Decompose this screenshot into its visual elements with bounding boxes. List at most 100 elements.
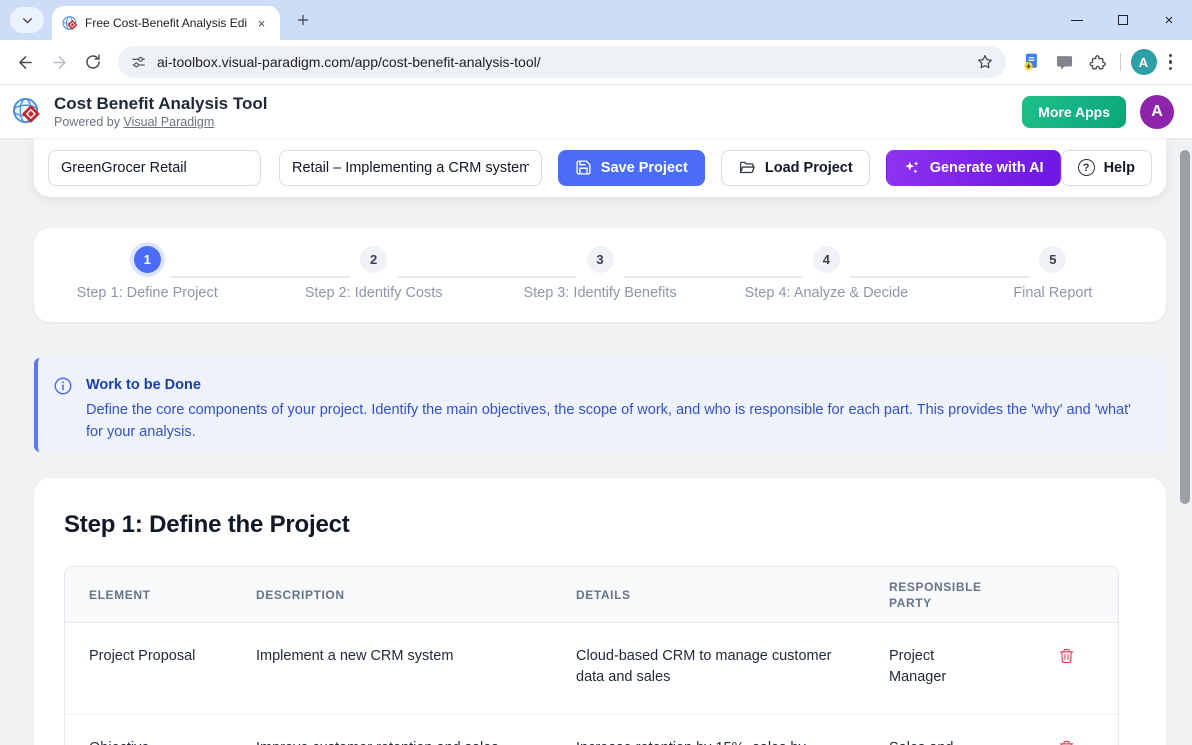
trash-icon bbox=[1058, 739, 1075, 745]
step-3-badge: 3 bbox=[587, 246, 614, 273]
save-icon bbox=[575, 159, 592, 176]
browser-tab[interactable]: Free Cost-Benefit Analysis Edito × bbox=[52, 6, 280, 40]
folder-open-icon bbox=[738, 159, 756, 177]
stepper-step-5[interactable]: 5 Final Report bbox=[940, 246, 1166, 322]
browser-window: Free Cost-Benefit Analysis Edito × × ai-… bbox=[0, 0, 1192, 745]
puzzle-icon bbox=[1089, 53, 1108, 72]
info-banner-title: Work to be Done bbox=[86, 375, 1142, 395]
powered-by-text: Powered by bbox=[54, 115, 120, 129]
reload-icon bbox=[84, 53, 102, 71]
step-2-label: Step 2: Identify Costs bbox=[305, 285, 443, 301]
browser-profile-avatar[interactable]: A bbox=[1131, 49, 1157, 75]
info-banner-body: Define the core components of your proje… bbox=[86, 399, 1142, 443]
step-4-badge: 4 bbox=[813, 246, 840, 273]
step-5-label: Final Report bbox=[1013, 285, 1092, 301]
info-banner: Work to be Done Define the core componen… bbox=[34, 358, 1166, 452]
info-banner-text: Work to be Done Define the core componen… bbox=[86, 375, 1142, 452]
step-5-badge: 5 bbox=[1039, 246, 1066, 273]
url-text[interactable]: ai-toolbox.visual-paradigm.com/app/cost-… bbox=[157, 54, 541, 70]
back-button[interactable] bbox=[8, 45, 42, 79]
app-header: Cost Benefit Analysis Tool Powered by Vi… bbox=[0, 85, 1192, 138]
col-header-responsible-party: RESPONSIBLE PARTY bbox=[865, 569, 1015, 621]
generate-with-ai-button[interactable]: Generate with AI bbox=[886, 150, 1061, 186]
forward-arrow-icon bbox=[50, 53, 69, 72]
toolbar-divider bbox=[1120, 53, 1121, 71]
cell-details[interactable]: Increase retention by 15%, sales by bbox=[552, 715, 865, 745]
browser-toolbar: ai-toolbox.visual-paradigm.com/app/cost-… bbox=[0, 40, 1192, 85]
cell-responsible-party[interactable]: Sales and bbox=[865, 715, 1015, 745]
table-row: Project Proposal Implement a new CRM sys… bbox=[65, 623, 1118, 714]
sparkles-icon bbox=[903, 159, 921, 177]
cell-responsible-party[interactable]: Project Manager bbox=[865, 623, 1015, 711]
help-label: Help bbox=[1104, 160, 1135, 176]
step1-section: Step 1: Define the Project ELEMENT DESCR… bbox=[34, 478, 1166, 745]
col-header-actions bbox=[1015, 585, 1118, 605]
maximize-icon bbox=[1118, 15, 1128, 25]
section-heading: Step 1: Define the Project bbox=[64, 511, 1136, 539]
site-settings-icon[interactable] bbox=[130, 54, 147, 71]
stepper-step-4[interactable]: 4 Step 4: Analyze & Decide bbox=[713, 246, 939, 322]
visual-paradigm-link[interactable]: Visual Paradigm bbox=[124, 115, 215, 129]
step-3-label: Step 3: Identify Benefits bbox=[523, 285, 676, 301]
powered-by: Powered by Visual Paradigm bbox=[54, 114, 267, 130]
define-project-table: ELEMENT DESCRIPTION DETAILS RESPONSIBLE … bbox=[64, 566, 1119, 745]
step-4-label: Step 4: Analyze & Decide bbox=[745, 285, 909, 301]
col-header-description: DESCRIPTION bbox=[232, 577, 552, 613]
cell-description[interactable]: Improve customer retention and sales bbox=[232, 715, 552, 745]
minimize-button[interactable] bbox=[1054, 0, 1100, 40]
forward-button[interactable] bbox=[42, 45, 76, 79]
cell-element[interactable]: Objective bbox=[65, 715, 232, 745]
bookmark-star-button[interactable] bbox=[976, 53, 994, 71]
star-icon bbox=[976, 53, 994, 71]
download-extension-button[interactable] bbox=[1014, 45, 1048, 79]
load-project-label: Load Project bbox=[765, 160, 853, 176]
step-2-badge: 2 bbox=[360, 246, 387, 273]
new-tab-button[interactable] bbox=[290, 7, 316, 33]
help-icon: ? bbox=[1078, 159, 1095, 176]
project-name-input[interactable] bbox=[48, 150, 261, 186]
side-panel-button[interactable] bbox=[1048, 45, 1082, 79]
maximize-button[interactable] bbox=[1100, 0, 1146, 40]
browser-titlebar: Free Cost-Benefit Analysis Edito × × bbox=[0, 0, 1192, 40]
close-icon: × bbox=[1165, 13, 1174, 28]
stepper-step-1[interactable]: 1 Step 1: Define Project bbox=[34, 246, 260, 322]
table-row: Objective Improve customer retention and… bbox=[65, 714, 1118, 745]
cell-element[interactable]: Project Proposal bbox=[65, 623, 232, 690]
user-avatar[interactable]: A bbox=[1140, 95, 1174, 129]
load-project-button[interactable]: Load Project bbox=[721, 150, 870, 186]
project-description-input[interactable] bbox=[279, 150, 542, 186]
save-project-label: Save Project bbox=[601, 160, 688, 176]
generate-with-ai-label: Generate with AI bbox=[930, 160, 1044, 176]
plus-icon bbox=[296, 13, 310, 27]
window-controls: × bbox=[1054, 0, 1192, 40]
extensions-button[interactable] bbox=[1082, 45, 1116, 79]
step-1-label: Step 1: Define Project bbox=[77, 285, 218, 301]
col-header-element: ELEMENT bbox=[65, 577, 232, 613]
trash-icon bbox=[1058, 647, 1075, 665]
close-button[interactable]: × bbox=[1146, 0, 1192, 40]
cell-details[interactable]: Cloud-based CRM to manage customer data … bbox=[552, 623, 865, 711]
stepper-step-2[interactable]: 2 Step 2: Identify Costs bbox=[260, 246, 486, 322]
help-button[interactable]: ? Help bbox=[1061, 150, 1152, 186]
step-1-badge: 1 bbox=[134, 246, 161, 273]
page-content: Save Project Load Project Generate with … bbox=[0, 138, 1192, 745]
cell-description[interactable]: Implement a new CRM system bbox=[232, 623, 552, 690]
tab-title: Free Cost-Benefit Analysis Edito bbox=[85, 16, 247, 30]
url-bar[interactable]: ai-toolbox.visual-paradigm.com/app/cost-… bbox=[118, 46, 1006, 78]
browser-menu-button[interactable] bbox=[1163, 54, 1185, 71]
stepper: 1 Step 1: Define Project 2 Step 2: Ident… bbox=[34, 228, 1166, 322]
visual-paradigm-logo bbox=[12, 96, 43, 127]
minimize-icon bbox=[1071, 20, 1083, 21]
delete-row-button[interactable] bbox=[1015, 623, 1118, 689]
delete-row-button[interactable] bbox=[1015, 715, 1118, 745]
app-title: Cost Benefit Analysis Tool bbox=[54, 94, 267, 114]
tab-close-icon[interactable]: × bbox=[253, 15, 270, 32]
app-title-block: Cost Benefit Analysis Tool Powered by Vi… bbox=[54, 94, 267, 130]
save-project-button[interactable]: Save Project bbox=[558, 150, 705, 186]
more-apps-button[interactable]: More Apps bbox=[1022, 96, 1126, 128]
tab-search-button[interactable] bbox=[10, 7, 44, 33]
document-download-icon bbox=[1021, 52, 1041, 72]
page-scrollbar[interactable] bbox=[1180, 150, 1190, 504]
reload-button[interactable] bbox=[76, 45, 110, 79]
stepper-step-3[interactable]: 3 Step 3: Identify Benefits bbox=[487, 246, 713, 322]
